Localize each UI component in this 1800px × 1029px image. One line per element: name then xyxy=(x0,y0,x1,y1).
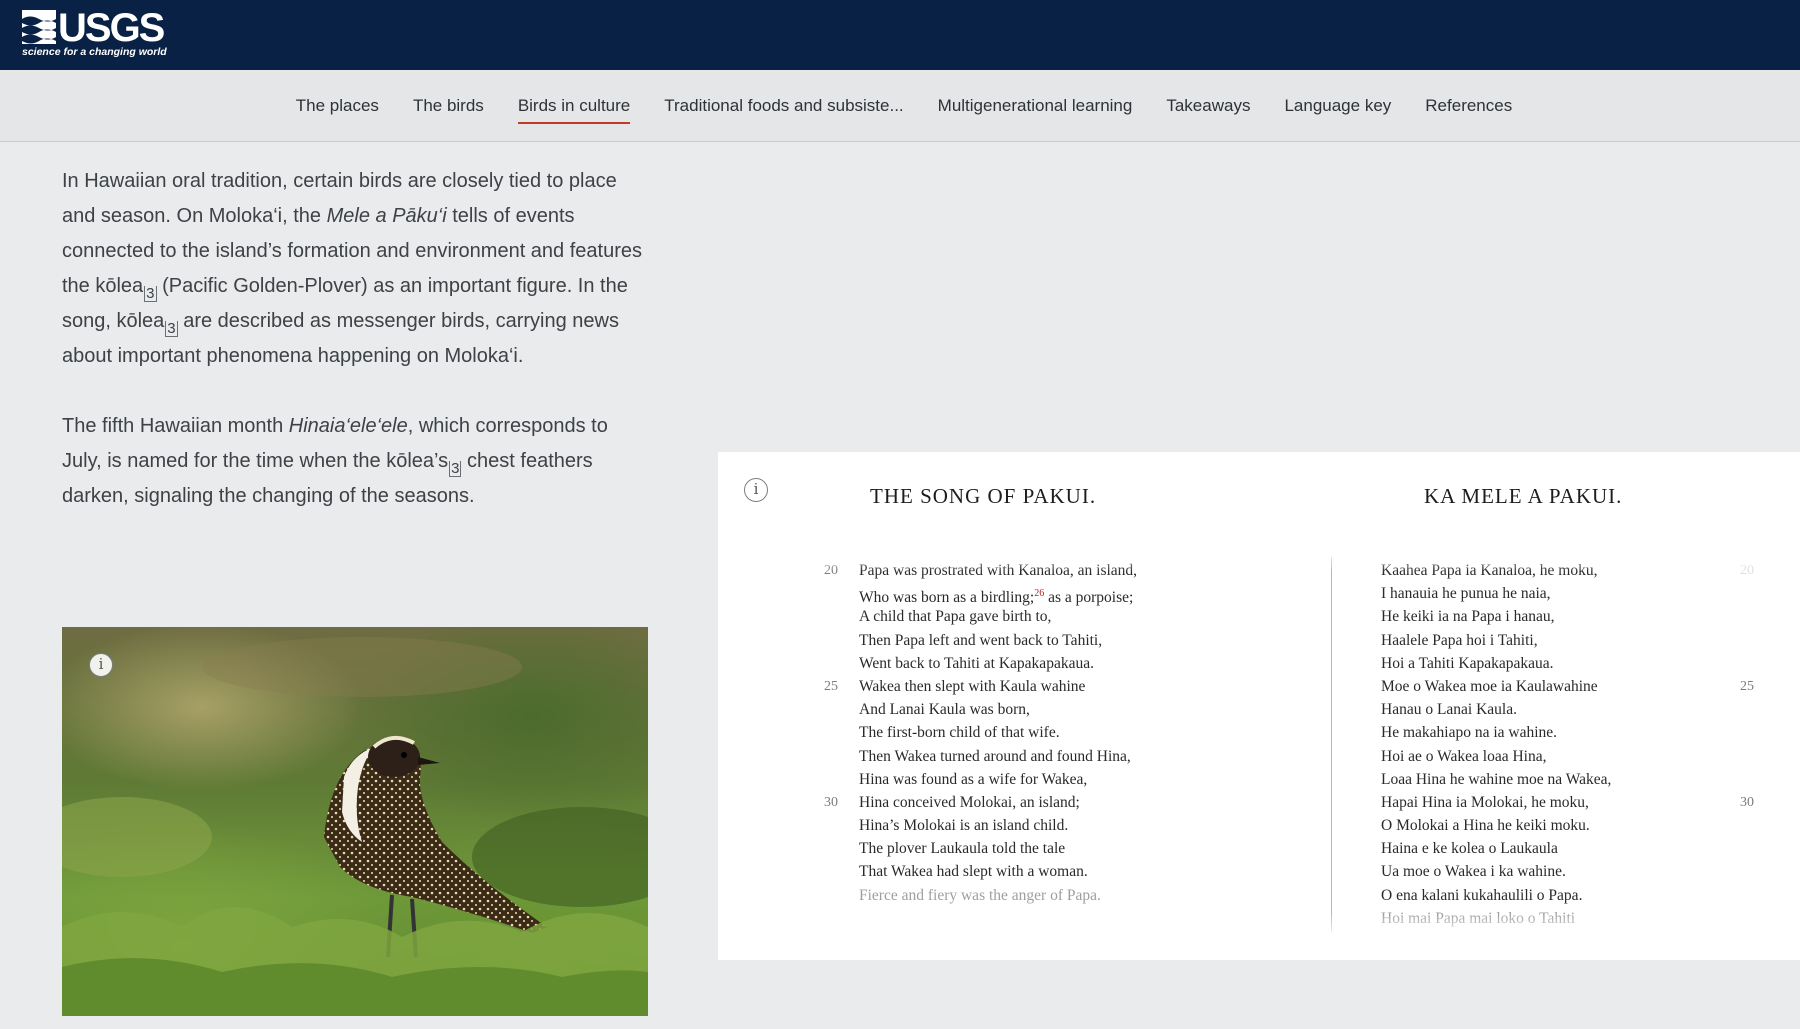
verse-line: A child that Papa gave birth to, xyxy=(859,608,1052,626)
verse-line: Hoi ae o Wakea loaa Hina, xyxy=(1381,747,1547,765)
reference-link[interactable]: 3 xyxy=(144,286,157,302)
verse-line: The plover Laukaula told the tale xyxy=(859,840,1066,858)
reference-link[interactable]: 3 xyxy=(165,321,178,337)
verse-line: Hoi a Tahiti Kapakapakaua. xyxy=(1381,654,1554,672)
story-text: In Hawaiian oral tradition, certain bird… xyxy=(62,164,642,549)
nav-item-the-places[interactable]: The places xyxy=(296,92,379,120)
plover-illustration xyxy=(62,637,648,1016)
verse-line: O Molokai a Hina he keiki moku. xyxy=(1381,817,1590,835)
usgs-logo[interactable]: USGS science for a changing world xyxy=(22,6,167,60)
line-numbers-english: 20 25 30 xyxy=(824,559,838,814)
verse-line: Hanau o Lanai Kaula. xyxy=(1381,701,1517,719)
verse-line: Then Papa left and went back to Tahiti, xyxy=(859,631,1103,649)
verse-line: Hoi mai Papa mai loko o Tahiti xyxy=(1381,909,1576,927)
verse-line: The first-born child of that wife. xyxy=(859,724,1060,742)
usgs-wave-icon xyxy=(22,10,56,44)
nav-item-birds-in-culture[interactable]: Birds in culture xyxy=(517,92,631,124)
verse-line: Haalele Papa hoi i Tahiti, xyxy=(1381,631,1538,649)
photo-info-icon[interactable]: i xyxy=(89,653,113,677)
verse-line: He makahiapo na ia wahine. xyxy=(1381,724,1558,742)
line-number: 30 xyxy=(1740,794,1754,810)
verse-line: Ua moe o Wakea i ka wahine. xyxy=(1381,863,1566,881)
song-title: Mele a Pāku‘i xyxy=(326,205,447,227)
verse-line: O ena kalani kukahaulili o Papa. xyxy=(1381,886,1583,904)
line-number: 20 xyxy=(1740,563,1754,578)
nav-item-references[interactable]: References xyxy=(1425,92,1512,120)
verse-line: That Wakea had slept with a woman. xyxy=(859,863,1088,881)
section-nav: The places The birds Birds in culture Tr… xyxy=(0,70,1800,142)
plover-photo: i xyxy=(62,627,648,1016)
verse-line: Then Wakea turned around and found Hina, xyxy=(859,747,1131,765)
paragraph-mele: In Hawaiian oral tradition, certain bird… xyxy=(62,164,642,374)
line-number: 25 xyxy=(824,678,838,694)
nav-item-takeaways[interactable]: Takeaways xyxy=(1166,92,1250,120)
verse-line: Moe o Wakea moe ia Kaulawahine xyxy=(1381,677,1598,695)
verse-text: as a porpoise; xyxy=(1044,589,1134,607)
verse-line: And Lanai Kaula was born, xyxy=(859,701,1030,719)
verse-line: Kaahea Papa ia Kanaloa, he moku, xyxy=(1381,562,1598,579)
verses-english: Papa was prostrated with Kanaloa, an isl… xyxy=(859,559,1299,907)
logo-wordmark: USGS xyxy=(58,6,165,50)
song-title-english: THE SONG OF PAKUI. xyxy=(870,484,1097,508)
line-numbers-hawaiian: 20 25 30 xyxy=(1740,559,1754,814)
line-number: 25 xyxy=(1740,678,1754,694)
verse-line: Hina conceived Molokai, an island; xyxy=(859,793,1080,811)
verse-line: Who was born as a birdling;26 as a porpo… xyxy=(859,582,1299,607)
month-name: Hinaia‘ele‘ele xyxy=(288,415,408,437)
line-number: 30 xyxy=(824,794,838,810)
text-run: The fifth Hawaiian month xyxy=(62,415,289,437)
paragraph-month: The fifth Hawaiian month Hinaia‘ele‘ele,… xyxy=(62,409,642,514)
verse-line: Loaa Hina he wahine moe na Wakea, xyxy=(1381,770,1612,788)
verse-line: Fierce and fiery was the anger of Papa. xyxy=(859,886,1101,904)
verse-line: Hapai Hina ia Molokai, he moku, xyxy=(1381,793,1589,811)
verse-line: Haina e ke kolea o Laukaula xyxy=(1381,840,1558,858)
nav-list: The places The birds Birds in culture Tr… xyxy=(0,70,1800,142)
footnote-marker: 26 xyxy=(1034,588,1045,600)
logo-tagline: science for a changing world xyxy=(22,46,167,58)
site-header: USGS science for a changing world xyxy=(0,0,1800,70)
song-title-hawaiian: KA MELE A PAKUI. xyxy=(1424,484,1623,508)
reference-link[interactable]: 3 xyxy=(449,461,462,477)
verse-line: He keiki ia na Papa i hanau, xyxy=(1381,608,1555,626)
verse-line: Hina’s Molokai is an island child. xyxy=(859,817,1069,835)
verse-line: Wakea then slept with Kaula wahine xyxy=(859,677,1086,695)
verse-line: I hanauia he punua he naia, xyxy=(1381,585,1551,603)
column-divider xyxy=(1331,557,1332,932)
nav-item-language-key[interactable]: Language key xyxy=(1284,92,1391,120)
song-scan-panel: i THE SONG OF PAKUI. KA MELE A PAKUI. 20… xyxy=(718,452,1800,960)
nav-item-traditional-foods[interactable]: Traditional foods and subsiste... xyxy=(664,92,903,120)
verse-line: Hina was found as a wife for Wakea, xyxy=(859,770,1088,788)
nav-item-multigenerational-learning[interactable]: Multigenerational learning xyxy=(938,92,1133,120)
verse-text: Who was born as a birdling; xyxy=(859,589,1035,607)
nav-item-the-birds[interactable]: The birds xyxy=(413,92,484,120)
verse-line: Went back to Tahiti at Kapakapakaua. xyxy=(859,654,1094,672)
verses-hawaiian: Kaahea Papa ia Kanaloa, he moku, I hanau… xyxy=(1381,559,1761,930)
scan-info-icon[interactable]: i xyxy=(744,478,768,502)
verse-line: Papa was prostrated with Kanaloa, an isl… xyxy=(859,562,1138,579)
line-number: 20 xyxy=(824,563,838,578)
